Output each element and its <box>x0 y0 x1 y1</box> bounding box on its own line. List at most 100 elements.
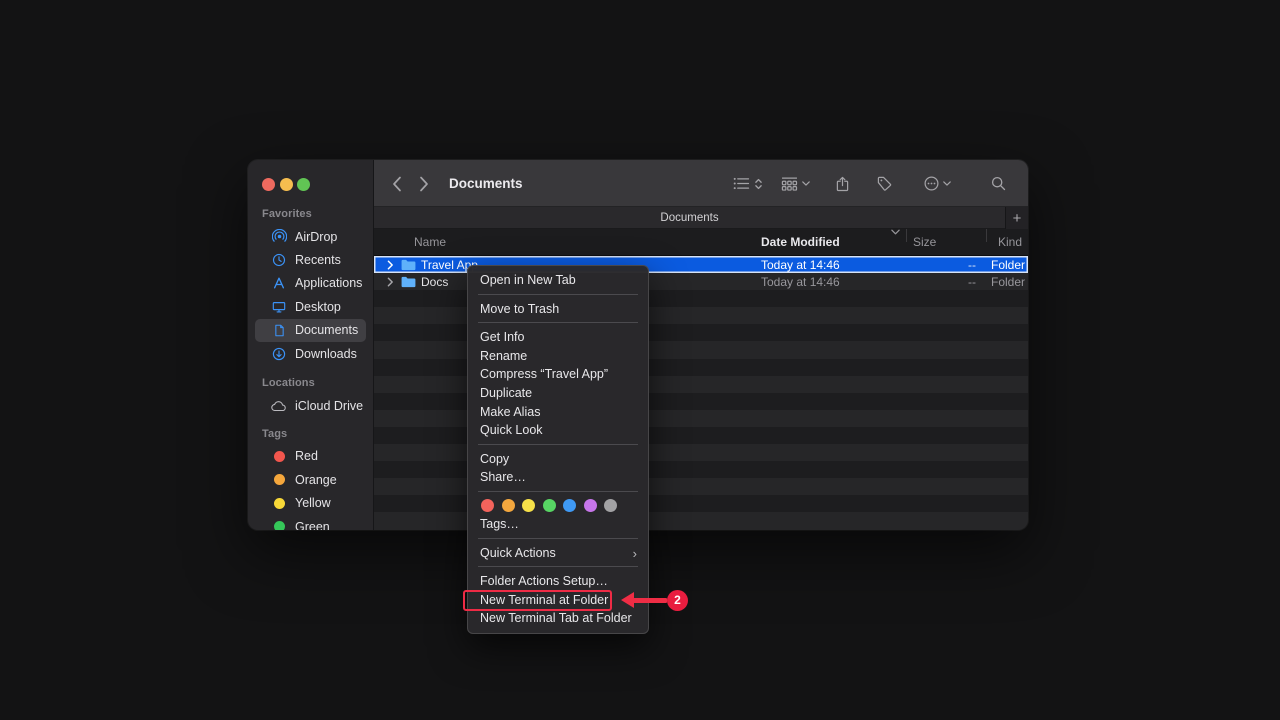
chevron-down-icon <box>802 181 810 186</box>
orange-tag-dot[interactable] <box>502 499 515 512</box>
forward-button[interactable] <box>419 176 429 192</box>
file-kind: Folder <box>991 273 1025 290</box>
menu-tag-color-row <box>468 496 648 515</box>
sidebar-item-label: Downloads <box>295 347 357 361</box>
document-icon <box>271 324 287 337</box>
menu-item-label: Quick Actions <box>480 546 556 560</box>
tags-section-header: Tags <box>248 424 373 445</box>
view-mode-button[interactable] <box>733 177 763 191</box>
sidebar-item-icloud-drive[interactable]: iCloud Drive <box>255 394 366 417</box>
downloads-icon <box>271 347 287 361</box>
sidebar-item-desktop[interactable]: Desktop <box>255 295 366 318</box>
share-icon <box>836 176 849 192</box>
search-icon <box>991 176 1006 191</box>
column-header-name[interactable]: Name <box>414 229 446 255</box>
column-divider[interactable] <box>986 229 987 242</box>
column-headers: Name Date Modified Size Kind <box>374 229 1028 256</box>
search-button[interactable] <box>991 176 1006 191</box>
submenu-chevron-icon: › <box>633 546 637 561</box>
sidebar-tag-green[interactable]: Green <box>255 515 366 530</box>
purple-tag-dot[interactable] <box>584 499 597 512</box>
airdrop-icon <box>271 229 287 244</box>
menu-separator <box>478 566 638 567</box>
column-header-kind[interactable]: Kind <box>998 229 1022 255</box>
toolbar: Documents <box>374 160 1028 207</box>
file-size: -- <box>894 273 976 290</box>
file-name: Docs <box>421 273 448 290</box>
sidebar-tag-yellow[interactable]: Yellow <box>255 492 366 515</box>
tab-documents[interactable]: Documents <box>374 207 1005 229</box>
menu-separator <box>478 322 638 323</box>
file-date-modified: Today at 14:46 <box>761 256 840 273</box>
gray-tag-dot[interactable] <box>604 499 617 512</box>
red-tag-dot[interactable] <box>481 499 494 512</box>
yellow-tag-icon <box>271 498 287 509</box>
sidebar-item-label: Green <box>295 520 330 530</box>
group-icon <box>781 177 798 191</box>
column-divider[interactable] <box>906 229 907 242</box>
clock-icon <box>271 253 287 267</box>
applications-icon <box>271 276 287 290</box>
column-header-date-modified[interactable]: Date Modified <box>761 229 840 255</box>
cloud-icon <box>271 401 287 412</box>
menu-item-duplicate[interactable]: Duplicate <box>468 384 648 403</box>
yellow-tag-dot[interactable] <box>522 499 535 512</box>
file-date-modified: Today at 14:46 <box>761 273 840 290</box>
menu-item-share[interactable]: Share… <box>468 468 648 487</box>
menu-separator <box>478 491 638 492</box>
menu-separator <box>478 538 638 539</box>
sidebar-tag-red[interactable]: Red <box>255 445 366 468</box>
zoom-window-button[interactable] <box>297 178 310 191</box>
up-down-chevrons-icon <box>754 177 763 191</box>
sidebar-item-label: Applications <box>295 276 362 290</box>
group-by-button[interactable] <box>781 177 810 191</box>
desktop-icon <box>271 300 287 314</box>
menu-item-copy[interactable]: Copy <box>468 449 648 468</box>
sidebar-item-label: Yellow <box>295 496 331 510</box>
chevron-down-icon <box>943 181 951 186</box>
ellipsis-circle-icon <box>924 176 939 191</box>
step-number-badge: 2 <box>667 590 688 611</box>
sidebar-item-label: AirDrop <box>295 230 337 244</box>
sidebar-item-label: Recents <box>295 253 341 267</box>
menu-item-make-alias[interactable]: Make Alias <box>468 402 648 421</box>
menu-item-folder-actions-setup[interactable]: Folder Actions Setup… <box>468 572 648 591</box>
minimize-window-button[interactable] <box>280 178 293 191</box>
menu-item-get-info[interactable]: Get Info <box>468 328 648 347</box>
menu-item-new-terminal-tab-at-folder[interactable]: New Terminal Tab at Folder <box>468 609 648 628</box>
favorites-section-header: Favorites <box>248 204 373 225</box>
menu-item-tags[interactable]: Tags… <box>468 515 648 534</box>
file-kind: Folder <box>991 256 1025 273</box>
menu-item-quick-look[interactable]: Quick Look <box>468 421 648 440</box>
menu-item-rename[interactable]: Rename <box>468 346 648 365</box>
back-button[interactable] <box>392 176 402 192</box>
sidebar-item-label: Orange <box>295 473 337 487</box>
new-tab-button[interactable]: + <box>1005 207 1028 229</box>
blue-tag-dot[interactable] <box>563 499 576 512</box>
sidebar-item-downloads[interactable]: Downloads <box>255 342 366 365</box>
menu-separator <box>478 444 638 445</box>
locations-section-header: Locations <box>248 373 373 394</box>
sidebar-tag-orange[interactable]: Orange <box>255 468 366 491</box>
disclosure-chevron-icon[interactable] <box>387 256 394 273</box>
share-button[interactable] <box>836 176 849 192</box>
sidebar-item-applications[interactable]: Applications <box>255 272 366 295</box>
sidebar-item-label: Red <box>295 449 318 463</box>
tag-button[interactable] <box>877 176 892 191</box>
sidebar-list: Favorites AirDrop Recents <box>248 204 373 530</box>
red-tag-icon <box>271 451 287 462</box>
sidebar-item-documents[interactable]: Documents <box>255 319 366 342</box>
green-tag-dot[interactable] <box>543 499 556 512</box>
menu-item-move-to-trash[interactable]: Move to Trash <box>468 299 648 318</box>
menu-item-quick-actions[interactable]: Quick Actions › <box>468 543 648 562</box>
column-header-size[interactable]: Size <box>913 229 936 255</box>
close-window-button[interactable] <box>262 178 275 191</box>
menu-separator <box>478 294 638 295</box>
more-actions-button[interactable] <box>924 176 951 191</box>
sidebar-item-label: iCloud Drive <box>295 399 363 413</box>
menu-item-compress[interactable]: Compress “Travel App” <box>468 365 648 384</box>
sidebar-item-recents[interactable]: Recents <box>255 248 366 271</box>
sidebar-item-airdrop[interactable]: AirDrop <box>255 225 366 248</box>
menu-item-open-in-new-tab[interactable]: Open in New Tab <box>468 271 648 290</box>
disclosure-chevron-icon[interactable] <box>387 273 394 290</box>
